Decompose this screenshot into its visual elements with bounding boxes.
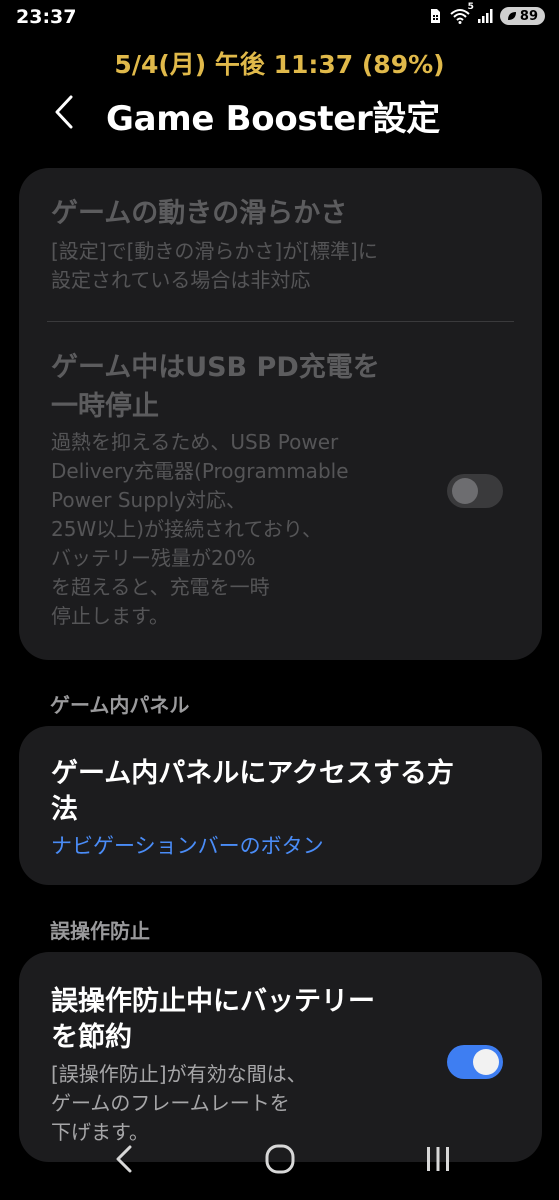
battery-indicator: 89 <box>499 7 545 25</box>
page-title: Game Booster設定 <box>106 99 440 139</box>
status-icons: 5 89 <box>427 2 545 25</box>
pause-usb-pd-desc-line: 停止します。 <box>51 604 169 628</box>
in-game-panel-access-value: ナビゲーションバーのボタン <box>51 834 324 858</box>
toggle-knob <box>452 478 478 504</box>
smoothness-description-line2: 設定されている場合は非対応 <box>51 268 311 292</box>
pause-usb-pd-desc-line: 25W以上)が接続されており、 <box>51 517 323 541</box>
nav-recents-icon <box>427 1147 449 1171</box>
sim-card-icon <box>430 9 440 23</box>
pause-usb-pd-desc-line: 過熱を抑えるため、USB Power <box>51 430 339 454</box>
navigation-bar <box>0 1130 559 1188</box>
status-bar: 23:37 5 89 <box>0 0 559 36</box>
status-time: 23:37 <box>16 6 77 28</box>
section-label-in-game-panel: ゲーム内パネル <box>50 693 190 717</box>
pause-usb-pd-title-line1: ゲーム中はUSB PD充電を <box>51 352 380 383</box>
smoothness-title: ゲームの動きの滑らかさ <box>51 198 348 229</box>
in-game-panel-access-title-line2: 法 <box>51 794 78 825</box>
battery-level: 89 <box>519 8 538 24</box>
leaf-icon <box>507 12 516 20</box>
signal-icon <box>477 9 493 23</box>
back-chevron-icon <box>55 95 73 129</box>
back-button[interactable] <box>46 92 82 132</box>
pause-usb-pd-desc-line: バッテリー残量が20% <box>51 546 256 570</box>
nav-back-icon <box>116 1145 132 1173</box>
nav-recents-button[interactable] <box>408 1136 468 1182</box>
date-time-line: 5/4(月) 午後 11:37 (89%) <box>114 50 445 79</box>
block-touches-battery-title-line2: を節約 <box>51 1022 132 1053</box>
pause-usb-pd-desc-line: Delivery充電器(Programmable <box>51 459 349 483</box>
nav-home-button[interactable] <box>250 1136 310 1182</box>
toggle-knob <box>473 1049 499 1075</box>
pause-usb-pd-desc-line: を超えると、充電を一時 <box>51 575 270 599</box>
smoothness-description-line1: [設定]で[動きの滑らかさ]が[標準]に <box>51 239 378 263</box>
setting-in-game-panel-access[interactable]: ゲーム内パネルにアクセスする方 法 ナビゲーションバーのボタン <box>19 726 542 885</box>
divider <box>47 321 514 322</box>
pause-usb-pd-toggle[interactable] <box>447 474 503 508</box>
in-game-panel-access-title-line1: ゲーム内パネルにアクセスする方 <box>51 758 454 789</box>
wifi-icon: 5 <box>450 2 474 24</box>
block-touches-battery-title-line1: 誤操作防止中にバッテリー <box>51 986 375 1017</box>
wifi-badge: 5 <box>467 2 474 12</box>
section-label-block-touches: 誤操作防止 <box>50 919 150 943</box>
nav-home-icon <box>265 1144 295 1174</box>
settings-card-performance: ゲームの動きの滑らかさ [設定]で[動きの滑らかさ]が[標準]に 設定されている… <box>19 168 542 660</box>
block-touches-desc-line: [誤操作防止]が有効な間は、 <box>51 1062 307 1086</box>
nav-back-button[interactable] <box>94 1136 154 1182</box>
block-touches-battery-toggle[interactable] <box>447 1045 503 1079</box>
page-header: Game Booster設定 <box>0 88 559 139</box>
pause-usb-pd-title-line2: 一時停止 <box>51 391 159 422</box>
block-touches-desc-line: ゲームのフレームレートを <box>51 1091 290 1115</box>
pause-usb-pd-desc-line: Power Supply対応、 <box>51 488 246 512</box>
